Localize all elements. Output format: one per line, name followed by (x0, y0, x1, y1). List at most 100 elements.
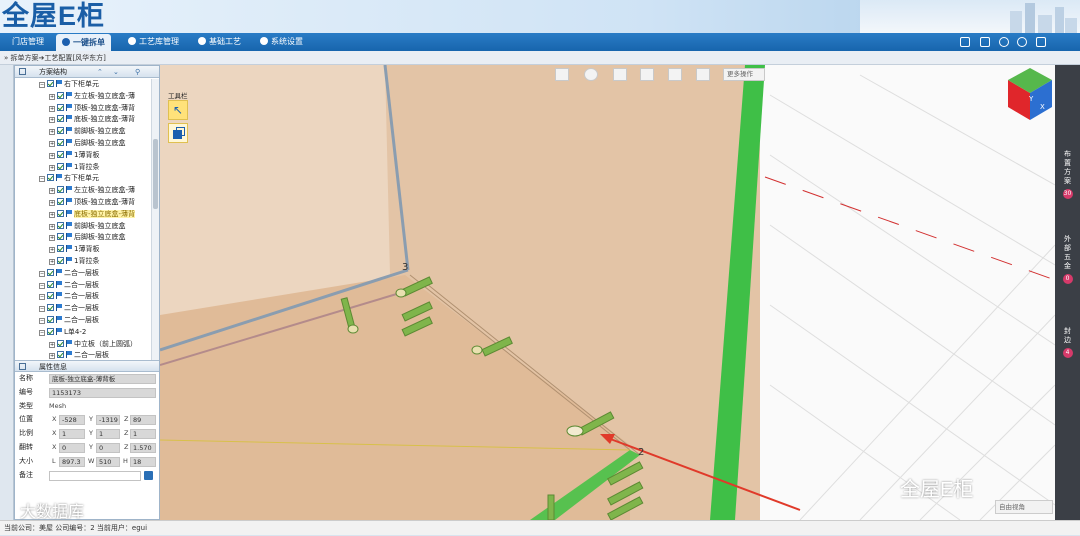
checkbox[interactable] (57, 186, 64, 194)
checkbox[interactable] (57, 91, 64, 99)
tree-node[interactable]: + 前脚板-独立底盒 (15, 126, 159, 138)
expand-down-icon[interactable]: ⌄ (113, 66, 119, 78)
more-operations-dropdown[interactable]: 更多操作 (723, 68, 765, 81)
tree-node[interactable]: − 二合一层板 (15, 315, 159, 327)
expand-toggle-icon[interactable]: + (49, 105, 55, 112)
tree-node[interactable]: − 二合一层板 (15, 291, 159, 303)
checkbox[interactable] (57, 339, 64, 347)
note-field[interactable] (49, 470, 141, 481)
tree-node[interactable]: + 后脚板-独立底盒 (15, 138, 159, 150)
expand-toggle-icon[interactable]: + (49, 353, 55, 360)
checkbox[interactable] (47, 315, 54, 323)
tree-node[interactable]: − 二合一层板 (15, 303, 159, 315)
expand-toggle-icon[interactable]: + (49, 117, 55, 124)
expand-toggle-icon[interactable]: + (49, 341, 55, 348)
copy-layer-icon[interactable] (168, 123, 188, 143)
code-field[interactable]: 1153173 (49, 387, 156, 398)
tree-node[interactable]: +1薄背板 (15, 244, 159, 256)
tree-node[interactable]: + 左立板-独立底盒-薄 (15, 185, 159, 197)
expand-toggle-icon[interactable]: + (49, 258, 55, 265)
scale-z-field[interactable]: 1 (130, 429, 156, 440)
tree-node[interactable]: − L单4-2 (15, 327, 159, 339)
tree-node[interactable]: − 二合一层板 (15, 268, 159, 280)
menu-system-settings[interactable]: 系统设置 (254, 33, 309, 51)
scale-x-field[interactable]: 1 (59, 429, 85, 440)
checkbox[interactable] (57, 197, 64, 205)
checkbox[interactable] (57, 245, 64, 253)
exit-icon[interactable] (1036, 37, 1046, 47)
tree-node[interactable]: − 二合一层板 (15, 280, 159, 292)
size-l-field[interactable]: 897.3 (59, 456, 85, 467)
expand-toggle-icon[interactable]: + (49, 164, 55, 171)
view-cube[interactable] (1008, 68, 1052, 120)
expand-toggle-icon[interactable]: + (49, 188, 55, 195)
expand-toggle-icon[interactable]: + (49, 247, 55, 254)
scrollbar-thumb[interactable] (153, 139, 158, 209)
3d-viewport[interactable]: Y X 更多操作 工具栏 ↖ 3 2 全屋E柜 自由视角 (160, 65, 1055, 520)
checkbox[interactable] (47, 292, 54, 300)
expand-toggle-icon[interactable]: + (49, 93, 55, 100)
checkbox[interactable] (57, 209, 64, 217)
expand-toggle-icon[interactable]: + (49, 140, 55, 147)
expand-toggle-icon[interactable]: + (49, 199, 55, 206)
expand-toggle-icon[interactable]: + (49, 129, 55, 136)
pos-x-field[interactable]: -528 (59, 415, 85, 426)
screen-icon[interactable] (960, 37, 970, 47)
vp-tool-2[interactable] (584, 68, 598, 81)
checkbox[interactable] (57, 103, 64, 111)
expand-toggle-icon[interactable]: − (39, 306, 45, 313)
tree-scrollbar[interactable] (151, 79, 159, 361)
menu-basic-process[interactable]: 基础工艺 (192, 33, 247, 51)
scene-canvas[interactable] (160, 65, 1055, 520)
expand-toggle-icon[interactable]: − (39, 317, 45, 324)
menu-store-management[interactable]: 门店管理 (6, 33, 50, 51)
expand-toggle-icon[interactable]: − (39, 294, 45, 301)
vp-tool-lightning-icon[interactable] (696, 68, 710, 81)
tree-node[interactable]: + 底板-独立底盒-薄背 (15, 114, 159, 126)
expand-toggle-icon[interactable]: + (49, 235, 55, 242)
tree-node[interactable]: +1背拉条 (15, 162, 159, 174)
layout-plan-tab[interactable]: 布置方案 30 (1055, 150, 1080, 199)
rot-y-field[interactable]: 0 (96, 442, 120, 453)
gear-icon[interactable] (1017, 37, 1027, 47)
tree-node[interactable]: − 右下柜单元 (15, 173, 159, 185)
expand-toggle-icon[interactable]: + (49, 223, 55, 230)
save-icon[interactable] (980, 37, 990, 47)
size-h-field[interactable]: 18 (130, 456, 156, 467)
checkbox[interactable] (47, 174, 54, 182)
tree-node[interactable]: + 后脚板-独立底盒 (15, 232, 159, 244)
expand-toggle-icon[interactable]: − (39, 176, 45, 183)
checkbox[interactable] (57, 351, 64, 359)
name-field[interactable]: 底板-独立底盒-薄背板 (49, 374, 156, 384)
expand-toggle-icon[interactable]: − (39, 329, 45, 336)
checkbox[interactable] (57, 221, 64, 229)
tree-node[interactable]: + 二合一层板 (15, 350, 159, 360)
size-w-field[interactable]: 510 (96, 456, 120, 467)
tree-node[interactable]: − 右下柜单元 (15, 79, 159, 91)
external-hardware-tab[interactable]: 外部五金 0 (1055, 235, 1080, 284)
checkbox[interactable] (47, 280, 54, 288)
expand-toggle-icon[interactable]: − (39, 82, 45, 88)
checkbox[interactable] (57, 233, 64, 241)
vp-tool-1[interactable] (555, 68, 569, 81)
scale-y-field[interactable]: 1 (96, 429, 120, 440)
save-icon[interactable] (144, 470, 153, 480)
checkbox[interactable] (47, 304, 54, 312)
rot-z-field[interactable]: 1.570 (130, 442, 156, 453)
edge-banding-tab[interactable]: 封边 4 (1055, 327, 1080, 358)
left-collapse-strip[interactable] (0, 65, 14, 520)
expand-toggle-icon[interactable]: − (39, 270, 45, 277)
view-angle-select[interactable]: 自由视角 (995, 500, 1053, 514)
user-icon[interactable] (999, 37, 1009, 47)
menu-process-library[interactable]: 工艺库管理 (122, 33, 185, 51)
tree-node[interactable]: + 中立板（前上圆弧） (15, 339, 159, 351)
tree-node[interactable]: +1薄背板 (15, 150, 159, 162)
menu-one-click-split[interactable]: 一键拆单 (56, 34, 111, 51)
tree-node[interactable]: +1背拉条 (15, 256, 159, 268)
pos-z-field[interactable]: 89 (130, 415, 156, 426)
checkbox[interactable] (57, 115, 64, 123)
tree-node[interactable]: + 底板-独立底盒-薄背 (15, 209, 159, 221)
expand-toggle-icon[interactable]: + (49, 211, 55, 218)
tree-node[interactable]: + 顶板-独立底盒-薄背 (15, 103, 159, 115)
vp-tool-fullscreen-icon[interactable] (668, 68, 682, 81)
